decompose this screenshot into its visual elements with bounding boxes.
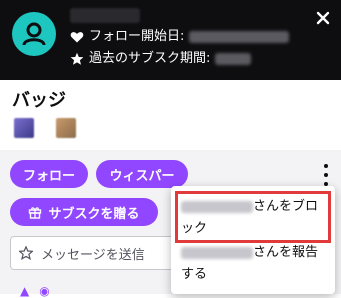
report-line1: さんを報告 — [253, 245, 319, 260]
user-icon — [22, 22, 46, 46]
heart-icon — [70, 32, 84, 43]
more-options-menu: さんをブロ ック さんを報告 する — [171, 186, 335, 294]
kebab-dot — [324, 173, 328, 177]
block-line2: ック — [181, 221, 208, 236]
follow-start-value-redacted — [189, 31, 290, 43]
badge-icon[interactable] — [56, 118, 76, 138]
past-sub-row: 過去のサブスク期間: — [70, 50, 252, 68]
follow-start-row: フォロー開始日: — [70, 28, 290, 46]
gift-icon — [29, 207, 42, 219]
star-outline-icon — [19, 246, 33, 260]
badge-icon[interactable] — [14, 118, 34, 138]
report-user-menu-item[interactable]: さんを報告 する — [181, 242, 331, 286]
star-icon — [70, 52, 84, 65]
info-icon[interactable]: ◉ — [39, 284, 49, 298]
block-line1: さんをブロ — [253, 199, 319, 214]
past-sub-value-redacted — [215, 53, 252, 65]
badges-title: バッジ — [12, 90, 66, 111]
avatar[interactable] — [12, 12, 56, 56]
whisper-button[interactable]: ウィスパー — [96, 160, 188, 188]
past-sub-label: 過去のサブスク期間: — [89, 51, 211, 66]
close-icon — [316, 11, 330, 25]
username-redacted — [181, 246, 253, 259]
report-line2: する — [181, 267, 208, 282]
more-options-button[interactable] — [321, 164, 331, 186]
username-redacted — [70, 8, 140, 23]
arrow-up-icon[interactable]: ▲ — [20, 284, 29, 298]
kebab-dot — [324, 164, 328, 168]
follow-button[interactable]: フォロー — [10, 160, 88, 188]
follow-start-label: フォロー開始日: — [89, 29, 185, 44]
username-redacted — [181, 200, 253, 213]
message-placeholder: メッセージを送信 — [41, 247, 145, 263]
gift-sub-button[interactable]: サブスクを贈る — [10, 198, 158, 226]
bottom-icons: ▲ ◉ — [20, 284, 50, 298]
user-card-header: フォロー開始日: 過去のサブスク期間: — [0, 0, 341, 80]
close-button[interactable] — [315, 10, 331, 26]
block-user-menu-item[interactable]: さんをブロ ック — [181, 196, 331, 240]
gift-sub-label: サブスクを贈る — [48, 206, 140, 222]
